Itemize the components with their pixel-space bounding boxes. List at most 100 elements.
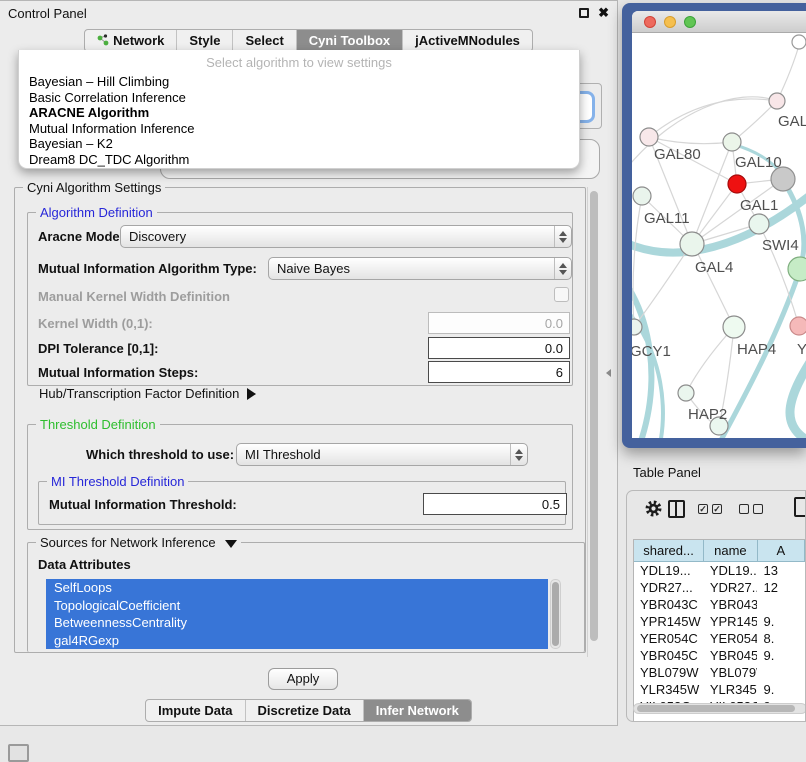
tab-impute-data[interactable]: Impute Data [146, 700, 245, 721]
network-node[interactable] [640, 128, 658, 146]
algorithm-option[interactable]: Bayesian – Hill Climbing [19, 74, 579, 90]
network-node[interactable] [769, 93, 785, 109]
screen: Control Panel ✖ NetworkStyleSelectCyni T… [0, 0, 806, 762]
network-node[interactable] [788, 257, 806, 281]
algorithm-option[interactable]: ARACNE Algorithm [19, 105, 579, 121]
node-label: Y [797, 341, 806, 358]
collapse-arrow-icon[interactable] [225, 540, 237, 548]
threshold-definition-group: Threshold Definition Which threshold to … [27, 424, 573, 530]
table-row[interactable]: YBL079WYBL079W [634, 664, 805, 681]
mi-threshold-group: MI Threshold Definition Mutual Informati… [38, 481, 566, 525]
close-traffic-light-icon[interactable] [644, 16, 656, 28]
network-node[interactable] [723, 316, 745, 338]
kernel-width-label: Kernel Width (0,1): [38, 316, 153, 331]
docked-window-icon[interactable] [8, 744, 29, 762]
mi-type-combo[interactable]: Naive Bayes [268, 257, 572, 280]
dpi-tolerance-field[interactable] [428, 337, 570, 359]
apply-button[interactable]: Apply [268, 668, 338, 690]
network-node[interactable] [680, 232, 704, 256]
export-table-icon[interactable] [794, 497, 806, 517]
sources-title: Sources for Network Inference [36, 535, 241, 550]
mi-steps-field[interactable] [428, 361, 570, 383]
table-row[interactable]: YBR045CYBR045C9. [634, 647, 805, 664]
stepper-icon [554, 258, 571, 279]
attributes-scrollbar[interactable] [550, 579, 561, 649]
tab-cyni-toolbox[interactable]: Cyni Toolbox [297, 30, 403, 51]
aracne-mode-combo[interactable]: Discovery [120, 225, 572, 248]
settings-vertical-scrollbar[interactable] [587, 187, 598, 657]
select-all-checkbox-icon[interactable]: ✓ [698, 504, 708, 514]
table-column-header[interactable]: name [704, 540, 758, 562]
table-header-row: shared...nameA [634, 540, 805, 562]
table-row[interactable]: YDR27...YDR27...12 [634, 579, 805, 596]
column-layout-icon[interactable] [668, 500, 685, 518]
tab-discretize-data[interactable]: Discretize Data [246, 700, 364, 721]
zoom-traffic-light-icon[interactable] [684, 16, 696, 28]
gear-icon[interactable] [644, 499, 663, 518]
panel-resize-handle[interactable] [606, 369, 611, 377]
tab-select[interactable]: Select [233, 30, 296, 51]
algorithm-option[interactable]: Bayesian – K2 [19, 136, 579, 152]
table-row[interactable]: YLR345WYLR345W9. [634, 681, 805, 698]
network-node[interactable] [792, 35, 806, 49]
table-panel-title: Table Panel [633, 465, 701, 480]
table-row[interactable]: YPR145WYPR145W9. [634, 613, 805, 630]
mi-threshold-field[interactable] [423, 493, 567, 515]
algorithm-option[interactable]: Mutual Information Inference [19, 121, 579, 137]
network-node[interactable] [633, 187, 651, 205]
algorithm-dropdown-popup: Select algorithm to view settings Bayesi… [18, 50, 580, 169]
manual-kernel-label: Manual Kernel Width Definition [38, 289, 230, 304]
hub-definition-toggle[interactable]: Hub/Transcription Factor Definition [39, 386, 256, 401]
data-attributes-list: SelfLoopsTopologicalCoefficientBetweenne… [46, 579, 548, 649]
table-horizontal-scrollbar[interactable] [633, 703, 806, 714]
algorithm-placeholder: Select algorithm to view settings [19, 50, 579, 70]
kernel-width-field[interactable] [428, 312, 570, 334]
network-node[interactable] [632, 319, 642, 335]
aracne-mode-label: Aracne Mode: [38, 229, 124, 244]
minimize-traffic-light-icon[interactable] [664, 16, 676, 28]
deselect-checkbox-icon[interactable] [753, 504, 763, 514]
table-row[interactable]: YBR043CYBR043C [634, 596, 805, 613]
deselect-checkbox-icon[interactable] [739, 504, 749, 514]
stepper-icon [554, 226, 571, 247]
tab-infer-network[interactable]: Infer Network [364, 700, 471, 721]
node-label: HAP2 [688, 406, 727, 423]
close-icon[interactable]: ✖ [598, 5, 609, 21]
manual-kernel-checkbox[interactable] [554, 287, 569, 302]
network-node[interactable] [728, 175, 746, 193]
dpi-tolerance-label: DPI Tolerance [0,1]: [38, 341, 158, 356]
attribute-item[interactable]: SelfLoops [46, 579, 548, 597]
node-label: HAP4 [737, 341, 776, 358]
tab-style[interactable]: Style [177, 30, 233, 51]
table-column-header[interactable]: shared... [634, 540, 704, 562]
network-titlebar[interactable] [632, 11, 806, 33]
algorithm-option[interactable]: Basic Correlation Inference [19, 90, 579, 106]
network-view-window: GALGAL80GAL10GAL1GAL11SWI4GAL4GCY1HAP4YH… [622, 3, 806, 448]
algorithm-definition-group: Algorithm Definition Aracne Mode: Discov… [27, 212, 573, 386]
tab-jactivemnodules[interactable]: jActiveMNodules [403, 30, 532, 51]
table-column-header[interactable]: A [758, 540, 805, 562]
table-panel: ✓ ✓ shared...nameA YDL19...YDL19...13YDR… [626, 490, 806, 722]
mi-type-label: Mutual Information Algorithm Type: [38, 261, 257, 276]
sources-group: Sources for Network Inference Data Attri… [27, 542, 585, 652]
node-label: SWI4 [762, 237, 799, 254]
select-all-checkbox-icon[interactable]: ✓ [712, 504, 722, 514]
network-node[interactable] [723, 133, 741, 151]
which-threshold-combo[interactable]: MI Threshold [236, 443, 528, 466]
network-node[interactable] [749, 214, 769, 234]
attribute-item[interactable]: gal4RGexp [46, 632, 548, 650]
network-node[interactable] [790, 317, 806, 335]
float-window-icon[interactable] [579, 8, 589, 18]
table-rows: YDL19...YDL19...13YDR27...YDR27...12YBR0… [634, 562, 805, 715]
attribute-item[interactable]: TopologicalCoefficient [46, 597, 548, 615]
node-label: GCY1 [632, 343, 671, 360]
algorithm-option[interactable]: Dream8 DC_TDC Algorithm [19, 152, 579, 168]
tab-network[interactable]: Network [85, 30, 177, 51]
table-row[interactable]: YDL19...YDL19...13 [634, 562, 805, 579]
bottom-tab-bar: Impute DataDiscretize DataInfer Network [0, 699, 617, 722]
network-node[interactable] [678, 385, 694, 401]
network-canvas[interactable]: GALGAL80GAL10GAL1GAL11SWI4GAL4GCY1HAP4YH… [632, 34, 806, 438]
table-row[interactable]: YER054CYER054C8. [634, 630, 805, 647]
data-attributes-label: Data Attributes [38, 557, 131, 572]
attribute-item[interactable]: BetweennessCentrality [46, 614, 548, 632]
